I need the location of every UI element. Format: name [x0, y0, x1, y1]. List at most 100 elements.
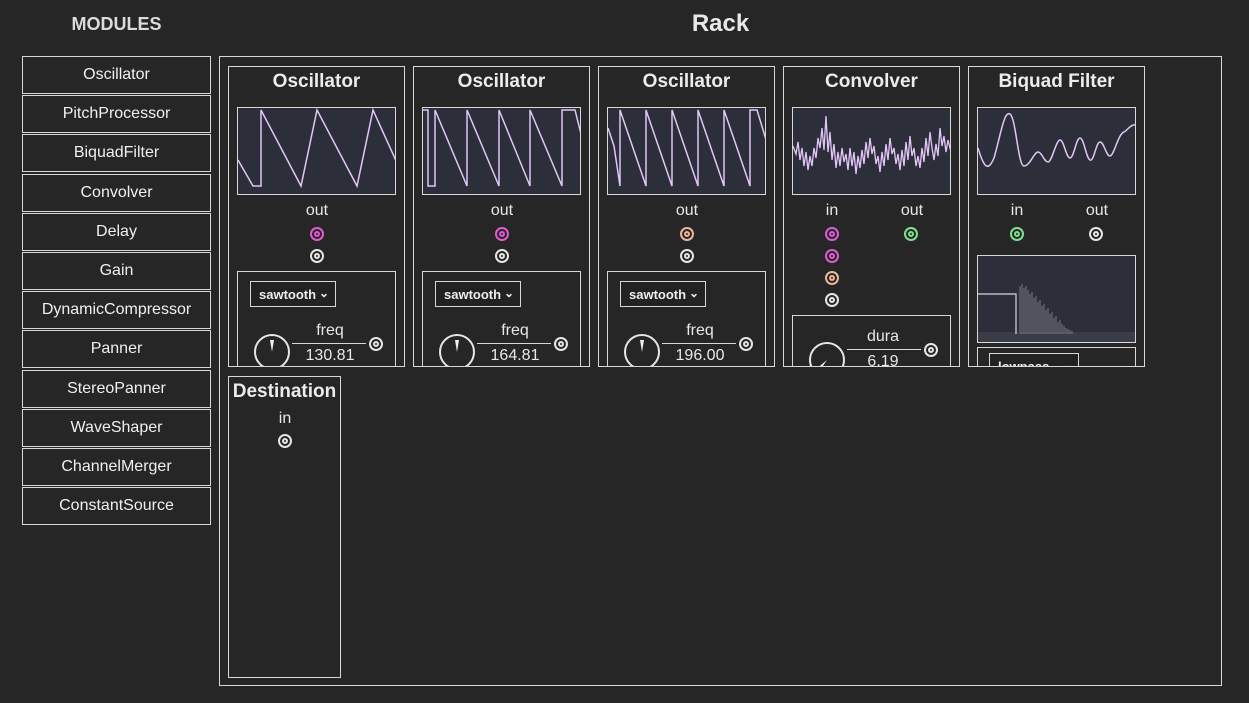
input-jack-empty[interactable] — [278, 434, 292, 448]
chevron-down-icon: ⌄ — [318, 286, 329, 300]
module-button-dynamiccompressor[interactable]: DynamicCompressor — [22, 291, 211, 330]
knob-pointer — [640, 340, 644, 352]
oscilloscope-display — [977, 107, 1136, 195]
rack-area: Oscillator out sawtooth ⌄ freq 130.81 Os… — [219, 56, 1222, 686]
destination-module[interactable]: Destination in — [228, 376, 341, 678]
module-button-pitchprocessor[interactable]: PitchProcessor — [22, 95, 211, 134]
out-port-label: out — [1085, 202, 1109, 219]
param-divider — [477, 343, 551, 344]
output-jack[interactable] — [310, 227, 324, 241]
output-jack[interactable] — [904, 227, 918, 241]
control-panel — [977, 347, 1136, 366]
param-input-jack[interactable] — [739, 337, 753, 351]
control-panel: dura 6.19 — [792, 315, 951, 367]
input-jack[interactable] — [825, 227, 839, 241]
output-jack-empty[interactable] — [1089, 227, 1103, 241]
filter-curve — [978, 293, 1017, 334]
control-panel: sawtooth ⌄ freq 164.81 — [422, 271, 581, 366]
waveform-value: sawtooth — [259, 286, 317, 302]
param-value: 130.81 — [305, 347, 355, 364]
param-name: freq — [316, 322, 344, 339]
waveform-trace — [238, 108, 395, 189]
module-button-stereopanner[interactable]: StereoPanner — [22, 369, 211, 408]
oscilloscope-display — [607, 107, 766, 195]
freq-knob[interactable] — [624, 334, 660, 366]
oscillator-module[interactable]: Oscillator out sawtooth ⌄ freq 130.81 — [228, 66, 405, 367]
input-jack[interactable] — [825, 271, 839, 285]
param-input-jack[interactable] — [554, 337, 568, 351]
out-port-label: out — [675, 202, 699, 219]
output-jack-empty[interactable] — [680, 249, 694, 263]
waveform-trace — [978, 113, 1135, 168]
param-divider — [662, 343, 736, 344]
module-button-convolver[interactable]: Convolver — [22, 173, 211, 212]
input-jack[interactable] — [825, 249, 839, 263]
chevron-down-icon: ⌄ — [503, 286, 514, 300]
control-panel: sawtooth ⌄ freq 130.81 — [237, 271, 396, 366]
param-divider — [847, 349, 921, 350]
module-button-oscillator[interactable]: Oscillator — [22, 56, 211, 94]
spectrum-bars — [1019, 284, 1073, 334]
param-divider — [292, 343, 366, 344]
freq-knob[interactable] — [439, 334, 475, 366]
module-button-waveshaper[interactable]: WaveShaper — [22, 408, 211, 447]
oscilloscope-display — [792, 107, 951, 195]
input-jack[interactable] — [1010, 227, 1024, 241]
param-input-jack[interactable] — [924, 343, 938, 357]
control-panel: sawtooth ⌄ freq 196.00 — [607, 271, 766, 366]
module-button-gain[interactable]: Gain — [22, 251, 211, 290]
in-port-label: in — [278, 410, 292, 427]
module-button-biquadfilter[interactable]: BiquadFilter — [22, 134, 211, 173]
in-port-label: in — [825, 202, 839, 219]
in-port-label: in — [1010, 202, 1024, 219]
module-title: Oscillator — [457, 71, 546, 92]
module-title: Oscillator — [642, 71, 731, 92]
param-value: 6.19 — [867, 353, 899, 367]
input-jack-empty[interactable] — [825, 293, 839, 307]
knob-pointer — [819, 360, 827, 366]
waveform-select[interactable]: sawtooth ⌄ — [620, 281, 706, 307]
param-name: freq — [501, 322, 529, 339]
param-value: 164.81 — [490, 347, 540, 364]
param-value: 196.00 — [675, 347, 725, 364]
freq-knob[interactable] — [254, 334, 290, 366]
waveform-value: sawtooth — [629, 286, 687, 302]
waveform-trace — [423, 109, 580, 187]
module-title: Oscillator — [272, 71, 361, 92]
out-port-label: out — [490, 202, 514, 219]
chevron-down-icon: ⌄ — [688, 286, 699, 300]
response-floor — [978, 332, 1135, 342]
param-name: freq — [686, 322, 714, 339]
module-button-constantsource[interactable]: ConstantSource — [22, 487, 211, 526]
output-jack[interactable] — [680, 227, 694, 241]
convolver-module[interactable]: Convolver in out dura 6.19 — [783, 66, 960, 367]
module-button-panner[interactable]: Panner — [22, 330, 211, 369]
output-jack[interactable] — [495, 227, 509, 241]
module-title: Destination — [232, 381, 337, 402]
module-list: Oscillator PitchProcessor BiquadFilter C… — [22, 56, 211, 526]
waveform-trace — [608, 109, 765, 187]
knob-pointer — [270, 340, 274, 352]
param-name: dura — [866, 328, 900, 345]
out-port-label: out — [305, 202, 329, 219]
waveform-select[interactable]: sawtooth ⌄ — [250, 281, 336, 307]
frequency-response-display — [977, 255, 1136, 343]
module-title: Convolver — [825, 71, 918, 92]
oscillator-module[interactable]: Oscillator out sawtooth ⌄ freq 196.00 — [598, 66, 775, 367]
oscillator-module[interactable]: Oscillator out sawtooth ⌄ freq 164.81 — [413, 66, 590, 367]
modules-title: MODULES — [71, 14, 162, 34]
out-port-label: out — [900, 202, 924, 219]
biquad-filter-module[interactable]: Biquad Filter in out lowpass ⌄ — [968, 66, 1145, 367]
output-jack-empty[interactable] — [495, 249, 509, 263]
param-input-jack[interactable] — [369, 337, 383, 351]
duration-knob[interactable] — [809, 342, 845, 366]
module-title: Biquad Filter — [998, 71, 1115, 92]
rack-title: Rack — [691, 10, 750, 37]
oscilloscope-display — [237, 107, 396, 195]
output-jack-empty[interactable] — [310, 249, 324, 263]
waveform-select[interactable]: sawtooth ⌄ — [435, 281, 521, 307]
module-button-delay[interactable]: Delay — [22, 212, 211, 251]
module-button-channelmerger[interactable]: ChannelMerger — [22, 447, 211, 486]
oscilloscope-display — [422, 107, 581, 195]
waveform-trace — [793, 115, 950, 175]
